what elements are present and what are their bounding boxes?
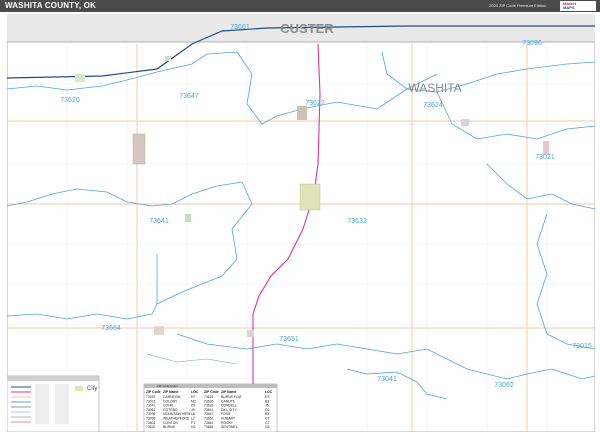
zip-index-table: ZIP Code Index ZIP Code ZIP Name LOC ZIP Co… — [143, 383, 278, 432]
index-header: ZIP Name — [221, 390, 237, 394]
town-burns-flat — [132, 133, 146, 165]
index-cell: 73664 — [204, 425, 214, 429]
logo-line-2: MAPS — [563, 5, 575, 10]
zip-label: 73661 — [230, 24, 250, 31]
town-corn — [297, 106, 307, 120]
town-rocky — [461, 119, 469, 126]
zip-label: 73015 — [572, 343, 592, 350]
zip-label: 73664 — [101, 325, 121, 332]
index-header: LOC — [191, 390, 199, 394]
zip-label: 73626 — [60, 97, 80, 104]
zip-label: 73647 — [179, 93, 199, 100]
index-header: LOC — [265, 390, 273, 394]
map-title: WASHITA COUNTY, OK — [5, 1, 97, 10]
publisher-logo: Market MAPS — [560, 1, 596, 11]
index-header: ZIP Name — [163, 390, 179, 394]
index-title: ZIP Code Index — [157, 384, 178, 388]
legend-city-label: City — [87, 386, 97, 392]
town-sentinel — [154, 326, 164, 335]
index-cell: BURNS — [163, 425, 176, 429]
zip-label: 73622 — [305, 100, 325, 107]
map-legend: City — [7, 375, 100, 432]
title-bar: WASHITA COUNTY, OK 2020 ZIP Code Premium… — [0, 0, 600, 12]
zip-label: 73041 — [377, 376, 397, 383]
zip-label: 73096 — [522, 40, 542, 47]
zip-label: 73641 — [149, 218, 169, 225]
county-label-washita: WASHITA — [408, 81, 461, 95]
index-header: ZIP Code — [204, 390, 219, 394]
index-cell: 73622 — [146, 425, 156, 429]
zip-label: 73651 — [279, 336, 299, 343]
index-cell: C8 — [265, 425, 269, 429]
zip-label: 73062 — [494, 382, 514, 389]
town-colony — [543, 141, 549, 155]
town-canute — [75, 74, 85, 82]
edition-label: 2020 ZIP Code Premium Edition — [489, 3, 547, 8]
zip-label: 73632 — [347, 218, 367, 225]
county-label-custer: CUSTER — [280, 21, 334, 36]
index-header: ZIP Code — [146, 390, 161, 394]
town-gotebo — [247, 330, 254, 337]
county-map: CUSTER WASHITA 73661 73096 73626 73647 7… — [7, 14, 595, 432]
map-frame: WASHITA COUNTY, OK 2020 ZIP Code Premium… — [0, 0, 600, 436]
town-foss — [165, 56, 171, 61]
zip-label: 73624 — [423, 102, 443, 109]
zip-label: 73021 — [535, 154, 555, 161]
town-cordell — [299, 183, 321, 211]
index-cell: H2 — [191, 425, 195, 429]
index-cell: SENTINEL — [221, 425, 238, 429]
town-dill-city — [185, 214, 191, 222]
